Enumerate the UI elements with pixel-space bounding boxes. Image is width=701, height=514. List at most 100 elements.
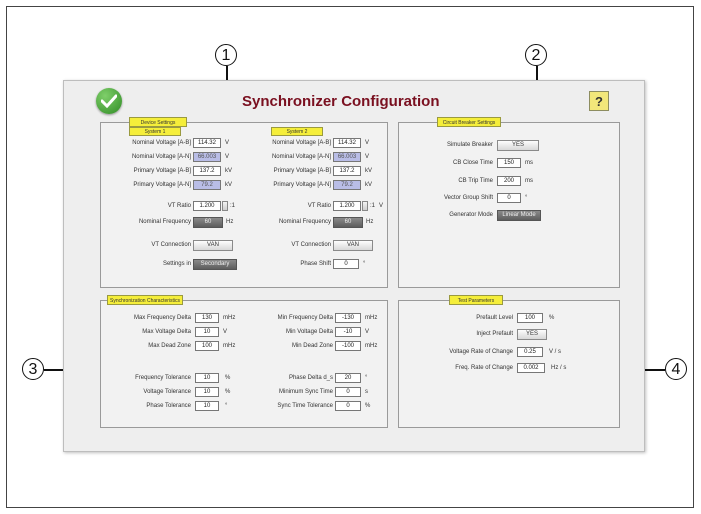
s2-primary-voltage-ab-unit: kV	[365, 168, 373, 174]
vector-group-shift-unit: °	[525, 195, 528, 201]
minimum-sync-time-label: Minimum Sync Time	[278, 389, 333, 395]
callout-3: 3	[22, 358, 44, 380]
phase-shift-field[interactable]: 0	[333, 259, 359, 269]
s2-vt-ratio-unit2: V	[379, 203, 384, 209]
inject-prefault-button[interactable]: YES	[517, 329, 547, 340]
s1-nominal-frequency-unit: Hz	[226, 219, 234, 225]
min-frequency-delta-field[interactable]: -130	[335, 313, 361, 323]
test-parameters-title: Test Parameters	[449, 295, 503, 305]
phase-delta-label: Phase Delta d_s	[288, 375, 333, 381]
cb-trip-time-label: CB Trip Time	[458, 178, 493, 184]
vector-group-shift-field[interactable]: 0	[497, 193, 521, 203]
sync-time-tolerance-field[interactable]: 0	[335, 401, 361, 411]
sync-characteristics-panel: Synchronization Characteristics Max Freq…	[100, 295, 388, 428]
simulate-breaker-button[interactable]: YES	[497, 140, 539, 151]
s1-primary-voltage-ab-label: Primary Voltage [A-B]	[133, 168, 191, 174]
voltage-rate-field[interactable]: 0.25	[517, 347, 543, 357]
s2-vt-connection-label: VT Connection	[291, 242, 331, 248]
s1-nominal-voltage-ab-label: Nominal Voltage [A-B]	[132, 140, 191, 146]
s1-primary-voltage-ab-field[interactable]: 137.2	[193, 166, 221, 176]
s2-nominal-frequency-button[interactable]: 60	[333, 217, 363, 228]
s1-primary-voltage-an-unit: kV	[225, 182, 233, 188]
s1-vt-ratio-unit: :1	[230, 203, 236, 209]
callout-1: 1	[215, 44, 237, 66]
s2-nominal-voltage-ab-field[interactable]: 114.32	[333, 138, 361, 148]
circuit-breaker-panel: Circuit Breaker Settings Simulate Breake…	[398, 117, 620, 288]
sync-time-tolerance-unit: %	[365, 403, 371, 409]
s1-nominal-voltage-ab-field[interactable]: 114.32	[193, 138, 221, 148]
s1-vt-ratio-stepper[interactable]	[222, 201, 228, 211]
max-frequency-delta-label: Max Frequency Delta	[133, 315, 191, 321]
settings-in-label: Settings in	[162, 261, 191, 267]
max-voltage-delta-field[interactable]: 10	[195, 327, 219, 337]
inject-prefault-label: Inject Prefault	[476, 331, 513, 337]
vector-group-shift-label: Vector Group Shift	[443, 195, 493, 201]
help-icon: ?	[595, 94, 603, 109]
min-dead-zone-label: Min Dead Zone	[291, 343, 333, 349]
freq-rate-label: Freq. Rate of Change	[455, 365, 513, 371]
frequency-tolerance-field[interactable]: 10	[195, 373, 219, 383]
s1-nominal-voltage-an-label: Nominal Voltage [A-N]	[131, 154, 191, 160]
s2-vt-connection-button[interactable]: VAN	[333, 240, 373, 251]
voltage-rate-unit: V / s	[549, 349, 562, 355]
s2-vt-ratio-field[interactable]: 1.200	[333, 201, 361, 211]
min-frequency-delta-label: Min Frequency Delta	[277, 315, 333, 321]
device-settings-title: Device Settings	[129, 117, 187, 127]
s1-nominal-voltage-ab-unit: V	[225, 140, 230, 146]
voltage-tolerance-unit: %	[225, 389, 231, 395]
simulate-breaker-label: Simulate Breaker	[446, 142, 493, 148]
phase-tolerance-field[interactable]: 10	[195, 401, 219, 411]
minimum-sync-time-unit: s	[365, 389, 368, 395]
s2-nominal-voltage-an-unit: V	[365, 154, 370, 160]
cb-close-time-unit: ms	[525, 160, 533, 166]
phase-delta-field[interactable]: 20	[335, 373, 361, 383]
device-settings-panel: Device Settings System 1 System 2 Nomina…	[100, 117, 388, 288]
phase-tolerance-unit: °	[225, 403, 228, 409]
s1-vt-ratio-label: VT Ratio	[167, 203, 191, 209]
s2-primary-voltage-ab-label: Primary Voltage [A-B]	[273, 168, 331, 174]
green-check-icon[interactable]	[96, 88, 122, 114]
prefault-level-label: Prefault Level	[476, 315, 513, 321]
system2-title: System 2	[271, 127, 323, 136]
freq-rate-field[interactable]: 0.002	[517, 363, 545, 373]
s2-primary-voltage-ab-field[interactable]: 137.2	[333, 166, 361, 176]
min-voltage-delta-field[interactable]: -10	[335, 327, 361, 337]
s2-primary-voltage-an-unit: kV	[365, 182, 373, 188]
callout-4: 4	[665, 358, 687, 380]
s1-vt-connection-label: VT Connection	[151, 242, 191, 248]
cb-close-time-field[interactable]: 150	[497, 158, 521, 168]
s2-primary-voltage-an-field: 79.2	[333, 180, 361, 190]
s2-vt-ratio-stepper[interactable]	[362, 201, 368, 211]
min-dead-zone-field[interactable]: -100	[335, 341, 361, 351]
max-voltage-delta-unit: V	[223, 329, 228, 335]
s2-nominal-voltage-ab-unit: V	[365, 140, 370, 146]
max-dead-zone-field[interactable]: 100	[195, 341, 219, 351]
frequency-tolerance-label: Frequency Tolerance	[135, 375, 191, 381]
max-frequency-delta-field[interactable]: 130	[195, 313, 219, 323]
s1-vt-ratio-field[interactable]: 1.200	[193, 201, 221, 211]
max-dead-zone-label: Max Dead Zone	[148, 343, 191, 349]
s1-nominal-voltage-an-field: 66.003	[193, 152, 221, 162]
s1-primary-voltage-ab-unit: kV	[225, 168, 233, 174]
system1-title: System 1	[129, 127, 181, 136]
voltage-tolerance-field[interactable]: 10	[195, 387, 219, 397]
minimum-sync-time-field[interactable]: 0	[335, 387, 361, 397]
prefault-level-field[interactable]: 100	[517, 313, 543, 323]
settings-in-button[interactable]: Secondary	[193, 259, 237, 270]
generator-mode-button[interactable]: Linear Mode	[497, 210, 541, 221]
voltage-rate-label: Voltage Rate of Change	[449, 349, 513, 355]
s2-nominal-voltage-an-field: 66.003	[333, 152, 361, 162]
help-button[interactable]: ?	[589, 91, 609, 111]
phase-tolerance-label: Phase Tolerance	[146, 403, 191, 409]
cb-close-time-label: CB Close Time	[452, 160, 493, 166]
max-frequency-delta-unit: mHz	[223, 315, 236, 321]
s2-nominal-voltage-ab-label: Nominal Voltage [A-B]	[272, 140, 331, 146]
s1-nominal-frequency-button[interactable]: 60	[193, 217, 223, 228]
s2-vt-ratio-label: VT Ratio	[307, 203, 331, 209]
s1-vt-connection-button[interactable]: VAN	[193, 240, 233, 251]
cb-trip-time-field[interactable]: 200	[497, 176, 521, 186]
circuit-breaker-title: Circuit Breaker Settings	[437, 117, 501, 127]
phase-shift-label: Phase Shift	[300, 261, 331, 267]
s2-vt-ratio-unit: :1	[370, 203, 376, 209]
min-frequency-delta-unit: mHz	[365, 315, 378, 321]
